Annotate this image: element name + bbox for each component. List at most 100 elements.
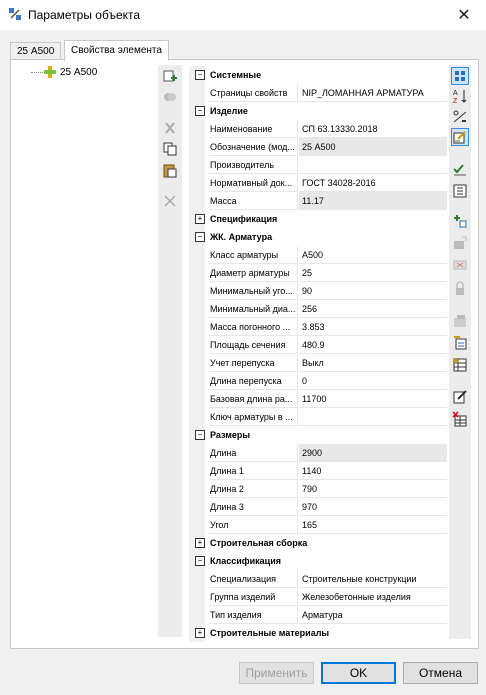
category-title: Строительная сборка (210, 538, 308, 548)
property-value[interactable]: 1140 (299, 462, 447, 480)
category-row[interactable]: + Строительные материалы (189, 624, 447, 642)
list-check-icon[interactable] (452, 183, 468, 199)
property-value[interactable]: NIP_ЛОМАННАЯ АРМАТУРА (299, 84, 447, 102)
edit-note-icon[interactable] (452, 389, 468, 405)
close-button[interactable]: ✕ (442, 0, 486, 30)
remove-property-icon (453, 260, 467, 270)
property-name: Длина (209, 444, 298, 462)
delete-table-icon[interactable] (452, 411, 468, 427)
property-name: Учет перепуска (209, 354, 298, 372)
edit-values-icon[interactable] (451, 128, 469, 146)
property-row: Масса 11.17 (189, 192, 447, 210)
property-value: 11.17 (299, 192, 447, 210)
apply-button[interactable]: Применить (239, 662, 314, 684)
category-row[interactable]: − Классификация (189, 552, 447, 570)
sort-az-icon[interactable]: AZ (452, 88, 468, 104)
property-name: Минимальный диа... (209, 300, 298, 318)
object-tree: 25 А500 (11, 60, 158, 646)
property-value[interactable]: 25 (299, 264, 447, 282)
collapse-icon[interactable]: − (195, 106, 205, 116)
rebar-node-icon (44, 66, 56, 78)
property-value[interactable]: 165 (299, 516, 447, 534)
property-name: Группа изделий (209, 588, 298, 606)
expand-icon[interactable]: + (195, 214, 205, 224)
title-bar: Параметры объекта ✕ (0, 0, 486, 30)
property-name: Диаметр арматуры (209, 264, 298, 282)
category-row[interactable]: − ЖК. Арматура (189, 228, 447, 246)
tab-rebar[interactable]: 25 А500 (10, 42, 62, 60)
property-value[interactable]: ГОСТ 34028-2016 (299, 174, 447, 192)
property-value[interactable]: 0 (299, 372, 447, 390)
grid-toolbar: AZ (449, 65, 471, 639)
property-name: Производитель (209, 156, 298, 174)
property-row: Длина 1 1140 (189, 462, 447, 480)
lock-icon (456, 281, 464, 295)
tree-toolbar (158, 65, 182, 637)
property-value[interactable]: Строительные конструкции (299, 570, 447, 588)
property-row: Длина перепуска 0 (189, 372, 447, 390)
property-name: Минимальный уго... (209, 282, 298, 300)
property-name: Базовая длина ра... (209, 390, 298, 408)
property-value[interactable]: Железобетонные изделия (299, 588, 447, 606)
cancel-button[interactable]: Отмена (403, 662, 478, 684)
category-title: Изделие (210, 106, 248, 116)
property-row: Базовая длина ра... 11700 (189, 390, 447, 408)
property-value[interactable] (299, 156, 447, 174)
category-title: ЖК. Арматура (210, 232, 273, 242)
property-value[interactable]: Арматура (299, 606, 447, 624)
property-name: Длина 1 (209, 462, 298, 480)
property-list-icon[interactable] (452, 335, 468, 351)
property-name: Площадь сечения (209, 336, 298, 354)
collapse-icon[interactable]: − (195, 556, 205, 566)
category-row[interactable]: − Размеры (189, 426, 447, 444)
property-row: Специализация Строительные конструкции (189, 570, 447, 588)
collapse-icon[interactable]: − (195, 430, 205, 440)
category-title: Классификация (210, 556, 281, 566)
tree-item-rebar[interactable]: 25 А500 (31, 66, 97, 78)
property-name: Нормативный док... (209, 174, 298, 192)
property-row: Длина 2900 (189, 444, 447, 462)
property-value[interactable]: 3.853 (299, 318, 447, 336)
property-value: 25 А500 (299, 138, 447, 156)
expand-icon[interactable]: + (195, 628, 205, 638)
property-value[interactable]: 11700 (299, 390, 447, 408)
property-name: Масса погонного ... (209, 318, 298, 336)
add-object-icon[interactable] (162, 69, 178, 85)
collapse-icon[interactable]: − (195, 232, 205, 242)
expand-icon[interactable]: + (195, 538, 205, 548)
copy-icon[interactable] (162, 141, 178, 157)
property-value[interactable]: 480.9 (299, 336, 447, 354)
category-row[interactable]: − Системные (189, 66, 447, 84)
property-row: Тип изделия Арматура (189, 606, 447, 624)
property-value[interactable] (299, 408, 447, 426)
property-name: Ключ арматуры в ... (209, 408, 298, 426)
property-value[interactable]: Выкл (299, 354, 447, 372)
categorized-view-icon[interactable] (451, 67, 469, 85)
property-value: 2900 (299, 444, 447, 462)
tab-element-properties[interactable]: Свойства элемента (64, 40, 169, 61)
category-title: Системные (210, 70, 262, 80)
property-row: Обозначение (мод... 25 А500 (189, 138, 447, 156)
check-all-icon[interactable] (452, 161, 468, 177)
paste-icon[interactable] (162, 163, 178, 179)
property-row: Производитель (189, 156, 447, 174)
category-row[interactable]: − Изделие (189, 102, 447, 120)
property-grid: − Системные Страницы свойств NIP_ЛОМАННАЯ А… (189, 66, 447, 642)
property-row: Учет перепуска Выкл (189, 354, 447, 372)
property-table-icon[interactable] (452, 357, 468, 373)
category-row[interactable]: + Спецификация (189, 210, 447, 228)
property-value[interactable]: 970 (299, 498, 447, 516)
filter-icon[interactable] (452, 109, 468, 125)
property-value[interactable]: 256 (299, 300, 447, 318)
property-row: Диаметр арматуры 25 (189, 264, 447, 282)
category-row[interactable]: + Строительная сборка (189, 534, 447, 552)
category-title: Строительные материалы (210, 628, 330, 638)
collapse-icon[interactable]: − (195, 70, 205, 80)
property-value[interactable]: 790 (299, 480, 447, 498)
ok-button[interactable]: OK (321, 662, 396, 684)
property-row: Масса погонного ... 3.853 (189, 318, 447, 336)
property-value[interactable]: А500 (299, 246, 447, 264)
add-property-icon[interactable] (452, 213, 468, 229)
property-value[interactable]: 90 (299, 282, 447, 300)
property-value[interactable]: СП 63.13330.2018 (299, 120, 447, 138)
